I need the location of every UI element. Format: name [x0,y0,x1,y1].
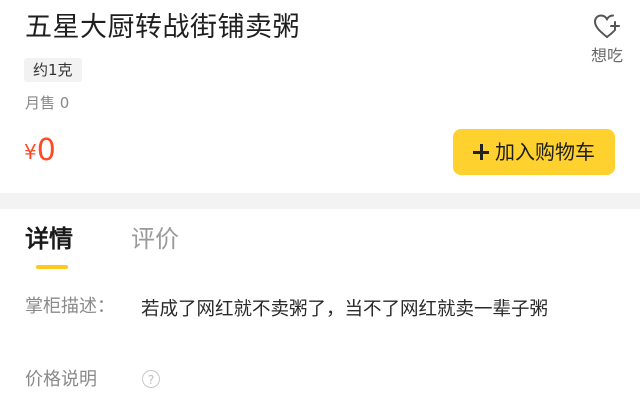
heart-plus-icon [593,14,620,38]
description-label: 掌柜描述： [25,296,115,317]
want-to-eat-button[interactable]: 想吃 [584,12,630,66]
help-icon[interactable]: ? [142,370,160,388]
plus-icon [473,144,489,160]
price-currency: ¥ [24,140,37,164]
price-value: 0 [36,133,56,168]
add-to-cart-button[interactable]: 加入购物车 [453,129,615,175]
price: ¥0 [24,131,56,172]
add-to-cart-label: 加入购物车 [495,140,595,164]
spec-tag: 约1克 [24,58,82,82]
section-divider [0,193,640,209]
monthly-sales: 月售 0 [25,94,70,112]
tab-reviews[interactable]: 评价 [131,223,179,255]
product-header: 五星大厨转战街铺卖粥 想吃 约1克 月售 0 ¥0 加入购物车 [0,0,640,193]
active-tab-indicator [36,265,68,269]
tab-details[interactable]: 详情 [25,223,73,255]
product-title: 五星大厨转战街铺卖粥 [25,12,300,43]
want-to-eat-label: 想吃 [590,46,623,65]
detail-tabs: 详情 评价 [0,209,640,273]
description-text: 若成了网红就不卖粥了，当不了网红就卖一辈子粥 [141,299,549,320]
price-note-label[interactable]: 价格说明 [25,366,97,394]
